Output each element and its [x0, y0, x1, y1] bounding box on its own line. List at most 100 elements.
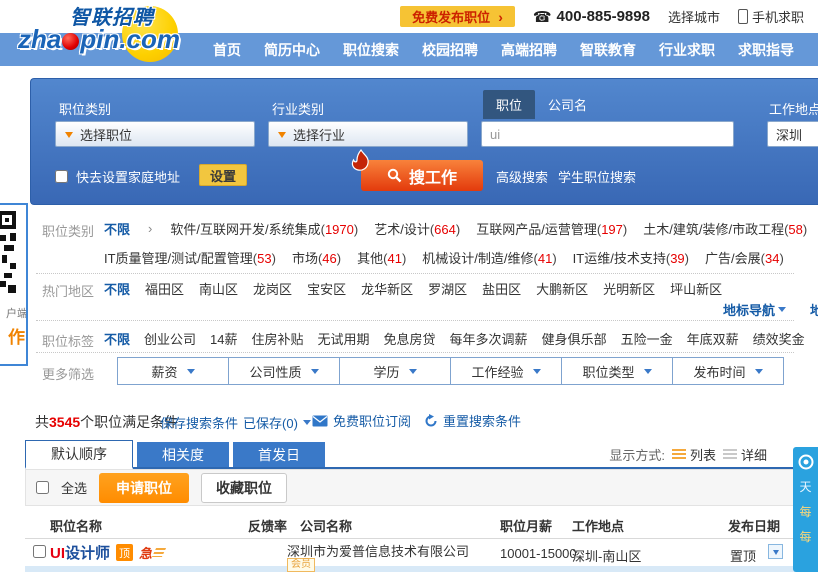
region-filter-link[interactable]: 龙岗区: [253, 279, 292, 298]
apply-jobs-button[interactable]: 申请职位: [99, 473, 189, 503]
nav-item-education[interactable]: 智联教育: [580, 40, 636, 60]
tag-filter-link[interactable]: 住房补贴: [252, 329, 304, 348]
category-name: 市场: [292, 251, 318, 266]
tag-filter-link[interactable]: 年底双薪: [687, 329, 739, 348]
select-all-checkbox[interactable]: [36, 481, 49, 494]
category-name: 艺术/设计: [374, 222, 430, 237]
display-list-option[interactable]: 列表: [672, 445, 716, 464]
nav-item-industry[interactable]: 行业求职: [659, 40, 715, 60]
region-filter-link[interactable]: 宝安区: [307, 279, 346, 298]
tag-unlimited-link[interactable]: 不限: [104, 329, 130, 348]
logo-english-text: zha pin.com: [18, 24, 180, 55]
col-publish-date: 发布日期: [728, 516, 780, 535]
tab-default-order[interactable]: 默认顺序: [25, 440, 133, 469]
tag-filter-link[interactable]: 每年多次调薪: [450, 329, 528, 348]
post-job-button[interactable]: 免费发布职位 ›: [400, 6, 515, 27]
category-filter-link[interactable]: 其他41: [357, 248, 406, 267]
logo-en-right: pin.com: [80, 24, 180, 55]
row-expand-button[interactable]: [768, 544, 783, 559]
next-row-edge: [25, 566, 818, 572]
favorite-jobs-button[interactable]: 收藏职位: [201, 473, 287, 503]
region-unlimited-link[interactable]: 不限: [104, 279, 130, 298]
region-filter-link[interactable]: 坪山新区: [670, 279, 722, 298]
results-count: 共3545个职位满足条件: [35, 412, 178, 432]
category-filter-link[interactable]: 艺术/设计664: [374, 219, 460, 238]
region-filter-link[interactable]: 福田区: [145, 279, 184, 298]
tag-filter-link[interactable]: 创业公司: [144, 329, 196, 348]
nav-item-home[interactable]: 首页: [213, 40, 241, 60]
category-unlimited-link[interactable]: 不限: [104, 219, 130, 238]
category-filter-link[interactable]: 软件/互联网开发/系统集成1970: [170, 219, 358, 238]
job-type-filter-dropdown[interactable]: 职位类型: [561, 357, 673, 385]
salary-cell: 10001-15000: [500, 546, 577, 561]
divider: [36, 352, 794, 353]
region-filter-link[interactable]: 罗湖区: [428, 279, 467, 298]
dropdown-label: 公司性质: [249, 362, 301, 381]
nav-item-guidance[interactable]: 求职指导: [738, 40, 794, 60]
col-job-title: 职位名称: [50, 516, 102, 535]
industry-dropdown[interactable]: 选择行业: [268, 121, 468, 147]
home-address-checkbox[interactable]: [55, 170, 68, 183]
save-search-link[interactable]: 保存搜索条件 已保存(0): [160, 413, 311, 432]
nav-item-resume-center[interactable]: 简历中心: [264, 40, 320, 60]
tag-filter-link[interactable]: 无试用期: [318, 329, 370, 348]
category-filter-link[interactable]: IT质量管理/测试/配置管理53: [104, 248, 276, 267]
student-search-link[interactable]: 学生职位搜索: [558, 167, 636, 186]
dropdown-label: 工作经验: [471, 362, 523, 381]
nav-item-campus[interactable]: 校园招聘: [422, 40, 478, 60]
salary-filter-dropdown[interactable]: 薪资: [117, 357, 229, 385]
keyword-input[interactable]: [481, 121, 734, 147]
region-filter-link[interactable]: 龙华新区: [361, 279, 413, 298]
search-jobs-button[interactable]: 搜工作: [361, 160, 483, 191]
experience-filter-dropdown[interactable]: 工作经验: [450, 357, 562, 385]
education-filter-dropdown[interactable]: 学历: [339, 357, 451, 385]
region-filter-link[interactable]: 光明新区: [603, 279, 655, 298]
tag-filter-link[interactable]: 免息房贷: [384, 329, 436, 348]
row-select-checkbox[interactable]: [33, 545, 46, 558]
region-filter-link[interactable]: 盐田区: [482, 279, 521, 298]
nav-item-highend[interactable]: 高端招聘: [501, 40, 557, 60]
tab-keyword-company[interactable]: 公司名: [535, 90, 600, 119]
job-subscribe-link[interactable]: 免费职位订阅: [312, 411, 411, 430]
category-filter-link[interactable]: 广告/会展34: [705, 248, 784, 267]
right-float-banner[interactable]: 天 每 每: [793, 447, 818, 572]
set-home-address-button[interactable]: 设置: [199, 164, 247, 186]
tag-filter-link[interactable]: 绩效奖金: [753, 329, 805, 348]
category-filter-link[interactable]: 机械设计/制造/维修41: [422, 248, 556, 267]
tag-filter-link[interactable]: 健身俱乐部: [542, 329, 607, 348]
company-type-filter-dropdown[interactable]: 公司性质: [228, 357, 340, 385]
job-title-link[interactable]: UI设计师: [50, 542, 110, 563]
category-filter-link[interactable]: 土木/建筑/装修/市政工程58: [643, 219, 807, 238]
display-detail-option[interactable]: 详细: [723, 445, 767, 464]
search-panel: 职位类别 行业类别 职位 公司名 工作地点 选择职位 选择行业 快去设置家庭地址…: [30, 78, 818, 205]
tab-first-publish[interactable]: 首发日: [233, 442, 325, 467]
region-filter-link[interactable]: 大鹏新区: [536, 279, 588, 298]
job-category-dropdown[interactable]: 选择职位: [55, 121, 255, 147]
reset-search-link[interactable]: 重置搜索条件: [424, 411, 521, 430]
mobile-job-link[interactable]: 手机求职: [738, 7, 804, 26]
category-count: 197: [597, 222, 627, 237]
nav-item-job-search[interactable]: 职位搜索: [343, 40, 399, 60]
home-address-option: 快去设置家庭地址: [55, 167, 180, 186]
tab-keyword-job[interactable]: 职位: [483, 90, 535, 119]
landmark-nav-link[interactable]: 地标导航: [723, 300, 786, 319]
chevron-down-icon: [409, 369, 417, 378]
right-widget-text-fragment: 每: [799, 503, 811, 520]
location-input[interactable]: [767, 121, 818, 147]
category-filter-link[interactable]: 互联网产品/运营管理197: [476, 219, 627, 238]
tag-filter-link[interactable]: 14薪: [210, 329, 237, 348]
zhaopin-logo[interactable]: 智联招聘 zha pin.com: [18, 0, 208, 66]
tag-filter-link[interactable]: 五险一金: [621, 329, 673, 348]
category-filter-link[interactable]: IT运维/技术支持39: [573, 248, 689, 267]
category-filter-link[interactable]: 市场46: [292, 248, 341, 267]
landmark-link-fragment[interactable]: 地: [810, 300, 818, 319]
list-view-label: 列表: [690, 445, 716, 464]
left-float-widget[interactable]: 户端 作: [0, 203, 28, 366]
tab-relevance[interactable]: 相关度: [137, 442, 229, 467]
category-name: 广告/会展: [705, 251, 761, 266]
select-city-link[interactable]: 选择城市: [668, 7, 720, 26]
advanced-search-link[interactable]: 高级搜索: [496, 167, 548, 186]
publish-date-filter-dropdown[interactable]: 发布时间: [672, 357, 784, 385]
region-filter-link[interactable]: 南山区: [199, 279, 238, 298]
results-count-number: 3545: [49, 414, 80, 430]
